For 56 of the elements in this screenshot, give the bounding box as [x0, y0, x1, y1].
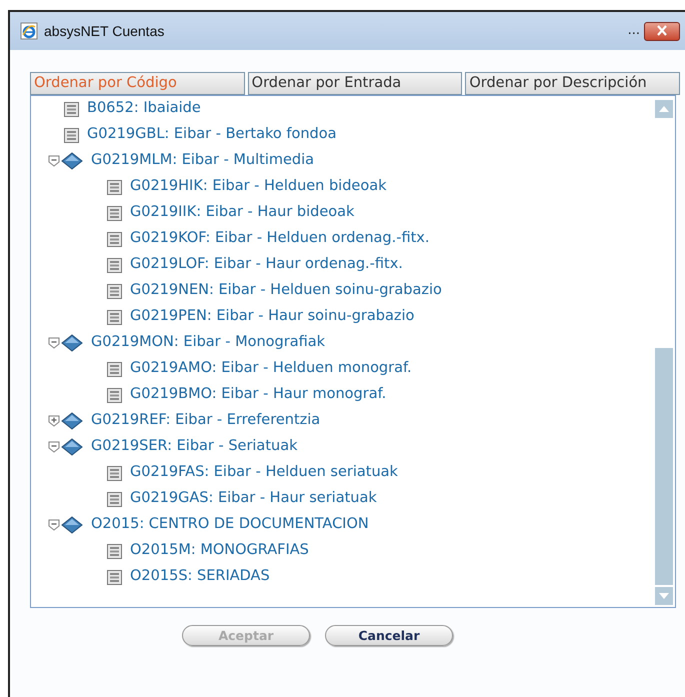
sort-tab[interactable]: Ordenar por Descripción	[465, 72, 680, 95]
document-icon	[107, 466, 122, 480]
tree-item[interactable]: G0219IIK: Eibar - Haur bideoak	[130, 202, 354, 224]
document-icon	[107, 544, 122, 558]
scrollbar[interactable]	[655, 100, 673, 605]
collapse-toggle[interactable]	[48, 154, 61, 168]
document-icon	[107, 310, 122, 324]
expand-toggle[interactable]	[48, 414, 61, 428]
tree-item[interactable]: G0219HIK: Eibar - Helduen bideoak	[130, 176, 386, 198]
tree-item[interactable]: G0219SER: Eibar - Seriatuak	[91, 436, 298, 458]
folder-diamond-icon	[61, 516, 83, 534]
document-icon	[64, 128, 79, 142]
tree-item[interactable]: O2015M: MONOGRAFIAS	[130, 540, 309, 562]
folder-diamond-icon	[61, 412, 83, 430]
document-icon	[107, 362, 122, 376]
collapse-toggle[interactable]	[48, 336, 61, 350]
tree-item[interactable]: G0219LOF: Eibar - Haur ordenag.-fitx.	[130, 254, 403, 276]
tree-item[interactable]: G0219REF: Eibar - Erreferentzia	[91, 410, 320, 432]
document-icon	[107, 492, 122, 506]
document-icon	[107, 258, 122, 272]
tree-item[interactable]: G0219NEN: Eibar - Helduen soinu-grabazio	[130, 280, 442, 302]
window-title: absysNET Cuentas	[44, 22, 164, 41]
document-icon	[107, 284, 122, 298]
up-arrow-icon	[659, 106, 669, 112]
document-icon	[64, 102, 79, 116]
scroll-thumb[interactable]	[655, 348, 673, 585]
tree-item[interactable]: G0219KOF: Eibar - Helduen ordenag.-fitx.	[130, 228, 430, 250]
tree-item[interactable]: G0219FAS: Eibar - Helduen seriatuak	[130, 462, 398, 484]
tree-item[interactable]: B0652: Ibaiaide	[87, 98, 201, 120]
document-icon	[107, 232, 122, 246]
document-icon	[107, 388, 122, 402]
browser-e-icon	[20, 22, 38, 40]
tree-item[interactable]: G0219AMO: Eibar - Helduen monograf.	[130, 358, 412, 380]
folder-diamond-icon	[61, 334, 83, 352]
tree-item[interactable]: O2015: CENTRO DE DOCUMENTACION	[91, 514, 369, 536]
collapse-toggle[interactable]	[48, 518, 61, 532]
tree-item[interactable]: G0219BMO: Eibar - Haur monograf.	[130, 384, 386, 406]
tree-item[interactable]: G0219GBL: Eibar - Bertako fondoa	[87, 124, 336, 146]
tree-item[interactable]: G0219MLM: Eibar - Multimedia	[91, 150, 314, 172]
tree-item[interactable]: G0219MON: Eibar - Monografiak	[91, 332, 326, 354]
sort-tab[interactable]: Ordenar por Código	[30, 72, 245, 95]
down-arrow-icon	[659, 593, 669, 599]
close-button[interactable]	[644, 22, 680, 40]
dialog-button[interactable]: Cancelar	[325, 625, 453, 646]
document-icon	[107, 570, 122, 584]
tree-item[interactable]: G0219GAS: Eibar - Haur seriatuak	[130, 488, 377, 510]
tree-item[interactable]: G0219PEN: Eibar - Haur soinu-grabazio	[130, 306, 414, 328]
collapse-toggle[interactable]	[48, 440, 61, 454]
document-icon	[107, 180, 122, 194]
more-label: ...	[628, 22, 640, 40]
folder-diamond-icon	[61, 152, 83, 170]
close-icon	[656, 25, 668, 36]
folder-diamond-icon	[61, 438, 83, 456]
document-icon	[107, 206, 122, 220]
tree-item[interactable]: O2015S: SERIADAS	[130, 566, 270, 588]
sort-tab[interactable]: Ordenar por Entrada	[248, 72, 462, 95]
